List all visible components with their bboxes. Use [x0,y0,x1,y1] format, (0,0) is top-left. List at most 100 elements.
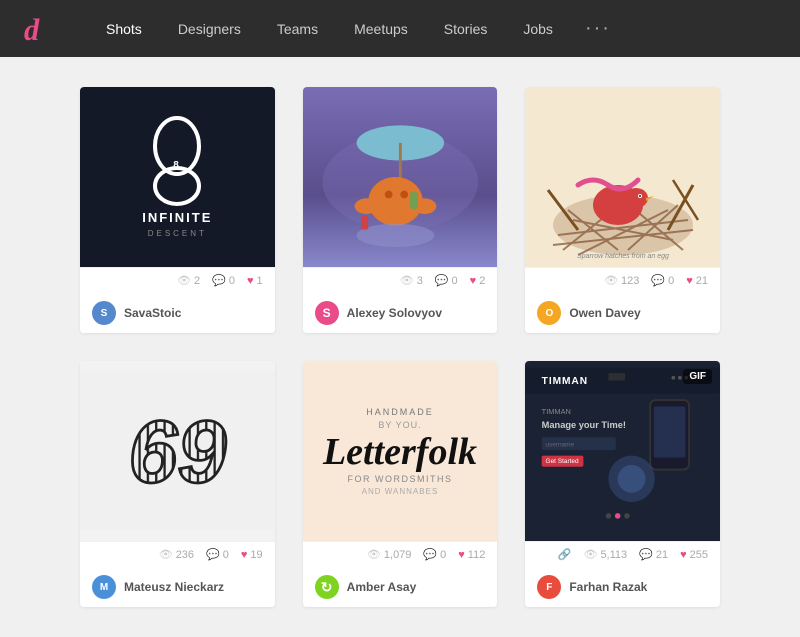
shot-stats-6: 🔗 👁 5,113 💬 21 ♥ 255 [525,541,720,567]
author-name[interactable]: Alexey Solovyov [347,306,442,320]
svg-text:TIMMAN: TIMMAN [542,376,588,387]
eye-icon: 👁 [159,548,173,561]
heart-icon: ♥ [458,549,465,561]
shot-card: 69 69 👁 236 💬 [80,361,275,607]
link-stat: 🔗 [558,548,572,561]
shot-stats-4: 👁 236 💬 0 ♥ 19 [80,541,275,567]
comments-stat: 💬 0 [435,274,458,287]
gif-badge: GIF [683,369,712,384]
views-stat: 👁 3 [400,274,423,287]
shot-author-2[interactable]: S Alexey Solovyov [303,293,498,333]
shot-thumbnail-6[interactable]: GIF TIMMAN TIMMAN Manage your Time! [525,361,720,541]
nav-links: Shots Designers Teams Meetups Stories Jo… [88,0,571,57]
link-icon: 🔗 [558,548,572,561]
views-count: 5,113 [600,549,627,561]
likes-stat: ♥ 255 [680,549,708,561]
shot-subtitle-text: DESCENT [148,229,207,238]
main-nav: d Shots Designers Teams Meetups Stories … [0,0,800,57]
views-stat: 👁 5,113 [583,548,627,561]
shot-content-2 [303,87,498,267]
author-name[interactable]: SavaStoic [124,306,181,320]
comments-stat: 💬 0 [423,548,446,561]
shot-thumbnail-2[interactable] [303,87,498,267]
likes-stat: ♥ 1 [247,275,263,287]
heart-icon: ♥ [470,275,477,287]
comment-icon: 💬 [206,548,220,561]
svg-text:username: username [546,441,575,448]
likes-count: 112 [468,549,486,561]
shot-author-3[interactable]: O Owen Davey [525,293,720,333]
letterfolk-top: HANDMADE [366,407,434,417]
eye-icon: 👁 [367,548,381,561]
likes-count: 255 [690,549,708,561]
comment-icon: 💬 [639,548,653,561]
author-name[interactable]: Owen Davey [569,306,640,320]
shot-author-6[interactable]: F Farhan Razak [525,567,720,607]
comment-icon: 💬 [651,274,665,287]
shot-thumbnail-3[interactable]: Sparrow hatches from an egg [525,87,720,267]
eye-icon: 👁 [400,274,414,287]
avatar: S [315,301,339,325]
letterfolk-by: BY YOU. [378,420,421,430]
views-count: 123 [621,275,639,287]
comments-count: 21 [656,549,668,561]
heart-icon: ♥ [241,549,248,561]
views-stat: 👁 236 [159,548,194,561]
shot-stats-5: 👁 1,079 💬 0 ♥ 112 [303,541,498,567]
shot-author-4[interactable]: M Mateusz Nieckarz [80,567,275,607]
shot-title-text: INFINITE [142,210,212,225]
author-name[interactable]: Farhan Razak [569,580,647,594]
svg-text:8: 8 [174,160,182,171]
shots-grid: 8 INFINITE DESCENT 👁 2 💬 0 ♥ 1 [80,87,720,607]
nav-item-jobs[interactable]: Jobs [505,0,571,57]
nav-item-meetups[interactable]: Meetups [336,0,426,57]
likes-count: 1 [257,275,263,287]
comments-count: 0 [223,549,229,561]
views-count: 236 [176,549,194,561]
author-name[interactable]: Amber Asay [347,580,417,594]
avatar: F [537,575,561,599]
likes-count: 19 [250,549,262,561]
shot-card: 👁 3 💬 0 ♥ 2 S Alexey Solovyov [303,87,498,333]
svg-text:Sparrow hatches from an egg: Sparrow hatches from an egg [577,253,669,260]
eye-icon: 👁 [583,548,597,561]
avatar: O [537,301,561,325]
avatar: ↻ [315,575,339,599]
heart-icon: ♥ [686,275,693,287]
letterfolk-bot: FOR WORDSMITHS [347,474,452,484]
likes-stat: ♥ 2 [470,275,486,287]
comments-count: 0 [440,549,446,561]
views-stat: 👁 1,079 [367,548,412,561]
eye-icon: 👁 [604,274,618,287]
shot-content-5: HANDMADE BY YOU. Letterfolk FOR WORDSMIT… [303,361,498,541]
nav-item-teams[interactable]: Teams [259,0,336,57]
shot-thumbnail-4[interactable]: 69 69 [80,361,275,541]
svg-text:69: 69 [128,402,226,501]
comment-icon: 💬 [435,274,449,287]
comment-icon: 💬 [212,274,226,287]
shot-author-5[interactable]: ↻ Amber Asay [303,567,498,607]
shot-author-1[interactable]: S SavaStoic [80,293,275,333]
dribbble-logo[interactable]: d [24,15,60,43]
nav-item-stories[interactable]: Stories [426,0,506,57]
letterfolk-bot2: AND WANNABES [362,487,439,496]
nav-item-designers[interactable]: Designers [160,0,259,57]
shot-card: GIF TIMMAN TIMMAN Manage your Time! [525,361,720,607]
author-name[interactable]: Mateusz Nieckarz [124,580,224,594]
comments-stat: 💬 0 [206,548,229,561]
comments-stat: 💬 0 [212,274,235,287]
shot-content-1: 8 INFINITE DESCENT [137,116,217,238]
svg-text:Manage your Time!: Manage your Time! [542,420,626,430]
heart-icon: ♥ [247,275,254,287]
shot-thumbnail-1[interactable]: 8 INFINITE DESCENT [80,87,275,267]
eye-icon: 👁 [177,274,191,287]
shot-content-4: 69 69 [80,361,275,541]
likes-count: 21 [696,275,708,287]
nav-more-button[interactable]: ··· [571,0,625,57]
shot-thumbnail-5[interactable]: HANDMADE BY YOU. Letterfolk FOR WORDSMIT… [303,361,498,541]
comments-count: 0 [452,275,458,287]
shot-card: 8 INFINITE DESCENT 👁 2 💬 0 ♥ 1 [80,87,275,333]
likes-stat: ♥ 19 [241,549,263,561]
nav-item-shots[interactable]: Shots [88,0,160,57]
heart-icon: ♥ [680,549,687,561]
